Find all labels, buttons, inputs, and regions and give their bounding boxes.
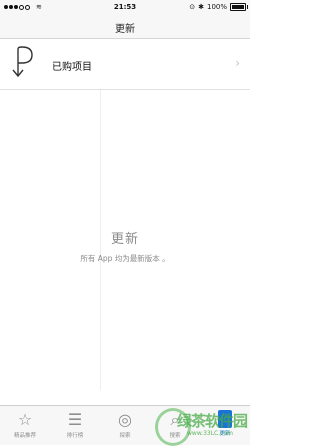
search-icon: ⌕ — [170, 410, 180, 429]
purchased-icon — [12, 46, 33, 78]
battery-fill — [232, 5, 244, 9]
chevron-right-icon: › — [235, 56, 240, 70]
tab-label: 更新 — [219, 431, 231, 437]
tab-label: 排行榜 — [66, 433, 84, 439]
empty-state-title: 更新 — [110, 232, 139, 247]
purchased-label: 已购项目 — [52, 62, 92, 73]
tab-label: 探索 — [119, 433, 131, 439]
tab-bar: ☆ 精品推荐 ☰ 排行榜 ◎ 探索 ⌕ 搜索 更新 — [0, 405, 250, 445]
navigation-bar: 更新 — [0, 14, 250, 39]
tab-updates[interactable]: 更新 — [200, 406, 250, 445]
star-icon: ☆ — [17, 410, 33, 429]
status-bar: ≋ 21:53 ⊙ ✱ 100% — [0, 0, 250, 14]
compass-icon: ◎ — [118, 410, 132, 429]
battery-icon — [230, 3, 248, 11]
tab-label: 搜索 — [169, 433, 181, 439]
update-icon — [218, 410, 232, 428]
list-icon: ☰ — [67, 410, 83, 429]
battery-percent: 100% — [206, 3, 227, 11]
bluetooth-icon: ✱ — [198, 3, 204, 11]
tab-label: 精品推荐 — [13, 433, 36, 439]
lock-rotation-icon: ⊙ — [189, 3, 196, 11]
tab-top-charts[interactable]: ☰ 排行榜 — [50, 406, 100, 445]
tab-search[interactable]: ⌕ 搜索 — [150, 406, 200, 445]
tab-explore[interactable]: ◎ 探索 — [100, 406, 150, 445]
page-title: 更新 — [115, 24, 135, 35]
empty-state-subtitle: 所有 App 均为最新版本 。 — [80, 254, 170, 263]
status-right: ⊙ ✱ 100% — [189, 3, 248, 11]
purchased-row[interactable]: 已购项目 › — [0, 39, 250, 90]
tab-featured[interactable]: ☆ 精品推荐 — [0, 406, 50, 445]
